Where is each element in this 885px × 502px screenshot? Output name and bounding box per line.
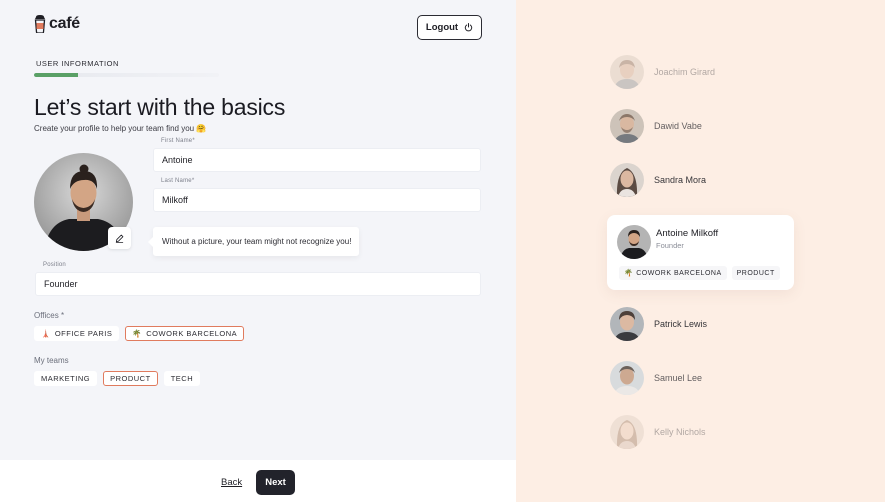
team-member-sandra: Sandra Mora [610,163,706,197]
member-name: Sandra Mora [654,175,707,185]
team-member-dawid: Dawid Vabe [610,109,702,143]
member-name: Samuel Lee [654,373,703,383]
team-chip-product[interactable]: PRODUCT [103,371,158,386]
member-name: Kelly Nichols [654,427,706,437]
offices-label: Offices * [34,311,65,320]
page-subtitle: Create your profile to help your team fi… [34,124,207,133]
office-chip-barcelona[interactable]: 🌴 COWORK BARCELONA [125,326,245,341]
card-name: Antoine Milkoff [656,228,719,239]
teams-label: My teams [34,356,69,365]
palm-tree-icon: 🌴 [132,329,143,338]
avatar [610,361,644,395]
step-progress-fill [34,73,79,77]
picture-hint-tooltip: Without a picture, your team might not r… [148,227,359,256]
step-label: USER INFORMATION [36,59,119,68]
teams-chip-group: MARKETING PRODUCT TECH [34,371,201,386]
card-team-label: PRODUCT [736,269,775,277]
avatar [610,415,644,449]
profile-preview-card: Antoine Milkoff Founder 🌴 COWORK BARCELO… [607,215,794,290]
first-name-field[interactable]: First Name* Antoine [153,138,481,172]
last-name-field[interactable]: Last Name* Milkoff [153,178,481,212]
team-chip-label: TECH [170,374,194,383]
card-team-tag: PRODUCT [731,266,780,280]
pencil-icon [115,234,124,243]
palm-tree-icon: 🌴 [624,270,634,277]
member-name: Joachim Girard [654,67,716,77]
team-chip-label: MARKETING [41,374,91,383]
avatar [610,163,644,197]
first-name-value[interactable]: Antoine [162,155,193,165]
team-chip-label: PRODUCT [110,374,151,383]
next-label: Next [265,477,286,488]
page-title: Let’s start with the basics [34,94,286,120]
logout-label: Logout [425,22,459,33]
brand-logo[interactable]: café [34,15,80,33]
office-chip-paris[interactable]: 🗼 OFFICE PARIS [34,326,120,341]
position-value[interactable]: Founder [44,279,78,289]
first-name-label: First Name* [161,138,195,144]
eiffel-tower-icon: 🗼 [41,329,51,338]
card-tags: 🌴 COWORK BARCELONA PRODUCT [619,266,780,280]
position-label: Position [43,262,66,268]
card-office-label: COWORK BARCELONA [636,269,722,277]
brand-name: café [49,15,80,32]
team-chip-marketing[interactable]: MARKETING [34,371,98,386]
back-button[interactable]: Back [221,477,242,488]
team-chip-tech[interactable]: TECH [163,371,201,386]
team-member-patrick: Patrick Lewis [610,307,707,341]
card-role: Founder [656,241,684,250]
avatar [610,55,644,89]
onboarding-form-panel: café Logout USER INFORMATION Let’s start… [0,0,516,502]
avatar [610,307,644,341]
picture-hint-text: Without a picture, your team might not r… [162,237,352,246]
position-field[interactable]: Position Founder [35,262,481,296]
coffee-cup-icon [34,15,46,33]
power-icon [464,23,473,32]
card-office-tag: 🌴 COWORK BARCELONA [619,266,727,280]
next-button[interactable]: Next [256,470,295,495]
last-name-value[interactable]: Milkoff [162,195,188,205]
team-member-samuel: Samuel Lee [610,361,702,395]
logout-button[interactable]: Logout [417,15,482,40]
edit-picture-button[interactable] [108,227,131,249]
team-member-kelly: Kelly Nichols [610,415,706,449]
member-name: Dawid Vabe [654,121,702,131]
avatar [610,109,644,143]
last-name-label: Last Name* [161,178,195,184]
office-chip-label: COWORK BARCELONA [146,329,238,338]
member-name: Patrick Lewis [654,319,708,329]
office-chip-label: OFFICE PARIS [54,329,113,338]
offices-chip-group: 🗼 OFFICE PARIS 🌴 COWORK BARCELONA [34,326,245,341]
team-member-joachim: Joachim Girard [610,55,715,89]
step-progress-bar [34,73,219,77]
avatar [617,225,651,259]
